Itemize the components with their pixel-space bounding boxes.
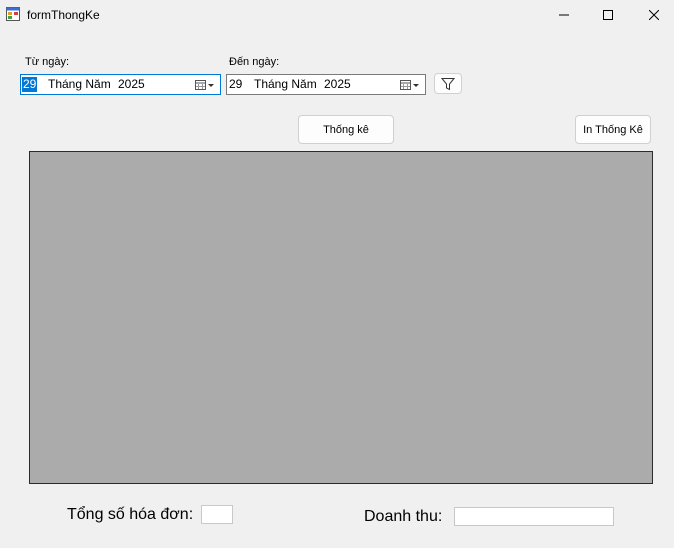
minimize-icon xyxy=(559,14,569,16)
invoice-count-field[interactable] xyxy=(201,505,233,524)
app-icon xyxy=(6,7,20,21)
calendar-dropdown-icon[interactable] xyxy=(399,78,421,92)
from-date-picker[interactable]: 29 Tháng Năm 2025 xyxy=(20,74,221,95)
to-date-day[interactable]: 29 xyxy=(228,77,243,92)
to-date-year[interactable]: 2025 xyxy=(324,77,351,92)
revenue-label: Doanh thu: xyxy=(364,508,443,525)
to-date-label: Đến ngày: xyxy=(229,56,280,68)
calendar-dropdown-icon[interactable] xyxy=(194,78,216,92)
minimize-button[interactable] xyxy=(541,0,587,30)
title-bar: formThongKe xyxy=(0,0,674,30)
from-date-day[interactable]: 29 xyxy=(22,77,38,92)
invoice-count-label: Tổng số hóa đơn: xyxy=(67,506,194,523)
chart-area xyxy=(29,151,653,484)
window-title: formThongKe xyxy=(27,8,100,22)
stats-button[interactable]: Thống kê xyxy=(298,115,394,144)
revenue-field[interactable] xyxy=(454,507,614,526)
to-date-picker[interactable]: 29 Tháng Năm 2025 xyxy=(226,74,426,95)
from-date-label: Từ ngày: xyxy=(25,56,70,68)
maximize-button[interactable] xyxy=(585,0,631,30)
maximize-icon xyxy=(603,10,613,20)
filter-button[interactable] xyxy=(434,73,462,94)
from-date-year[interactable]: 2025 xyxy=(118,77,145,92)
from-date-month[interactable]: Tháng Năm xyxy=(48,77,111,92)
print-stats-button[interactable]: In Thống Kê xyxy=(575,115,651,144)
funnel-icon xyxy=(441,77,455,90)
to-date-month[interactable]: Tháng Năm xyxy=(254,77,317,92)
close-button[interactable] xyxy=(631,0,674,30)
close-icon xyxy=(649,10,659,20)
